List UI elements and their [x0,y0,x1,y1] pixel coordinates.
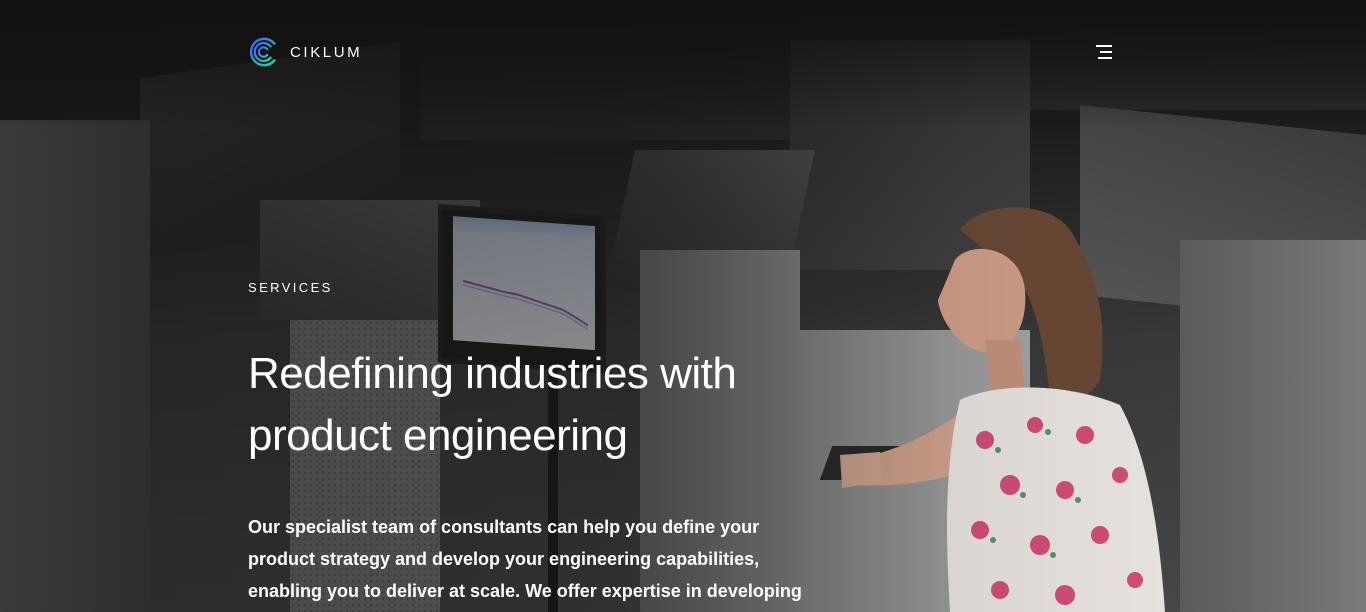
page-title-line-2: product engineering [248,411,628,460]
site-header: CIKLUM [0,0,1366,100]
ciklum-logo-link[interactable]: CIKLUM [248,35,362,69]
brand-name: CIKLUM [290,43,363,61]
hamburger-menu-icon[interactable] [1092,40,1116,64]
intro-paragraph: Our specialist team of consultants can h… [248,517,802,601]
page-title-line-1: Redefining industries with [248,349,737,398]
section-label: SERVICES [248,280,333,295]
ciklum-logo-icon [249,37,276,67]
hero-content: SERVICES Redefining industries with prod… [248,280,808,612]
page-title: Redefining industries with product engin… [248,343,808,467]
